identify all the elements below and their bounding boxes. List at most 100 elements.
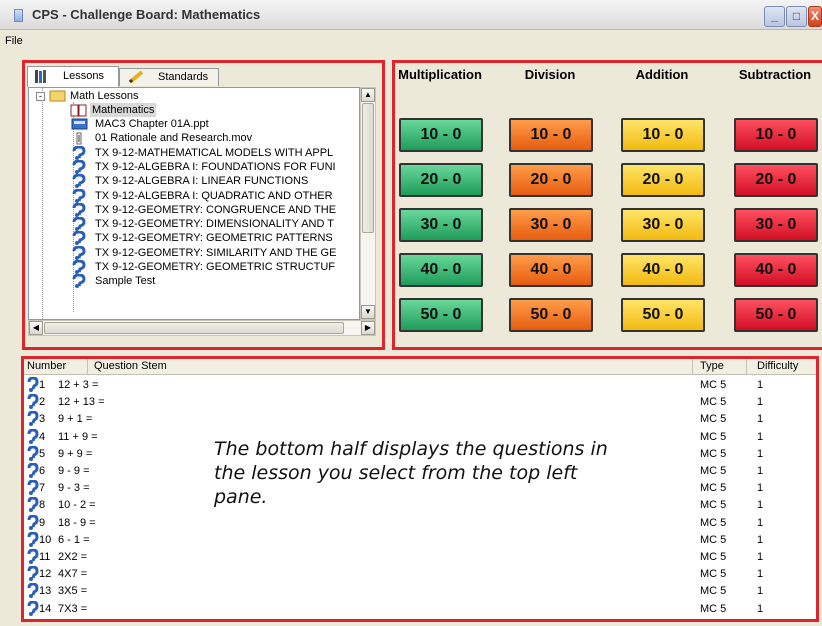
question-row[interactable]: 12 4X7 = MC 5 1 (24, 565, 816, 582)
cell-type: MC 5 (700, 602, 727, 615)
board-tile-addition[interactable]: 20 - 0 (621, 163, 705, 197)
pencil-icon (128, 70, 144, 84)
menu-file[interactable]: File (5, 35, 23, 47)
board-tile-division[interactable]: 50 - 0 (509, 298, 593, 332)
tree-horizontal-scrollbar[interactable]: ◀ ▶ (28, 320, 376, 336)
question-icon (27, 583, 39, 599)
board-tile-multiplication[interactable]: 30 - 0 (399, 208, 483, 242)
board-tile-division[interactable]: 20 - 0 (509, 163, 593, 197)
question-set-icon (72, 260, 86, 274)
tree-item-label: TX 9-12-GEOMETRY: DIMENSIONALITY AND T (95, 218, 335, 231)
question-set-icon (72, 145, 86, 160)
board-tile-subtraction[interactable]: 40 - 0 (734, 253, 818, 287)
cell-number: 1 (39, 379, 46, 391)
header-type[interactable]: Type (700, 360, 724, 372)
header-number[interactable]: Number (27, 360, 66, 372)
question-icon (27, 514, 39, 530)
board-tile-addition[interactable]: 40 - 0 (621, 253, 705, 287)
board-tile-division[interactable]: 30 - 0 (509, 208, 593, 242)
question-row[interactable]: 10 6 - 1 = MC 5 1 (24, 531, 816, 548)
cell-number: 13 (39, 585, 52, 598)
cell-stem: 2X2 = (58, 551, 88, 563)
scroll-right-icon[interactable]: ▶ (361, 321, 375, 335)
minimize-button[interactable]: _ (764, 6, 785, 27)
question-icon (27, 377, 39, 392)
cell-type: MC 5 (700, 379, 727, 391)
question-icon (27, 566, 39, 582)
cell-number: 5 (39, 447, 46, 460)
category-header-division: Division (524, 67, 576, 82)
question-row[interactable]: 11 2X2 = MC 5 1 (24, 548, 816, 565)
question-icon (27, 463, 39, 478)
close-button[interactable]: X (808, 6, 822, 27)
cell-stem: 7X3 = (58, 602, 88, 615)
cell-difficulty: 1 (757, 533, 764, 546)
tree-item-label: TX 9-12-GEOMETRY: GEOMETRIC STRUCTUF (95, 261, 335, 273)
tree-item-label: TX 9-12-GEOMETRY: GEOMETRIC PATTERNS (95, 232, 333, 245)
cell-difficulty: 1 (757, 602, 764, 615)
board-tile-division[interactable]: 40 - 0 (509, 253, 593, 287)
tree-item-label: Sample Test (95, 275, 156, 288)
board-tile-addition[interactable]: 30 - 0 (621, 208, 705, 242)
question-row[interactable]: 9 18 - 9 = MC 5 1 (24, 514, 816, 531)
cell-stem: 6 - 1 = (58, 533, 90, 546)
scroll-left-icon[interactable]: ◀ (29, 321, 43, 335)
cell-type: MC 5 (700, 533, 727, 546)
tab-lessons-label: Lessons (63, 70, 104, 82)
question-set-icon (72, 188, 86, 203)
question-row[interactable]: 3 9 + 1 = MC 5 1 (24, 410, 816, 427)
books-icon (35, 70, 46, 83)
cell-difficulty: 1 (757, 482, 764, 495)
board-tile-multiplication[interactable]: 50 - 0 (399, 298, 483, 332)
cell-stem: 11 + 9 = (58, 430, 98, 443)
question-icon (27, 480, 39, 496)
tree-vertical-scrollbar[interactable]: ▲ ▼ (360, 87, 376, 320)
tab-standards-label: Standards (158, 71, 209, 83)
board-tile-subtraction[interactable]: 20 - 0 (734, 163, 818, 197)
board-tile-subtraction[interactable]: 10 - 0 (734, 118, 818, 152)
scroll-down-icon[interactable]: ▼ (361, 305, 375, 319)
cell-type: MC 5 (700, 447, 727, 460)
board-tile-addition[interactable]: 10 - 0 (621, 118, 705, 152)
header-difficulty[interactable]: Difficulty (757, 360, 798, 372)
cell-number: 14 (39, 602, 52, 615)
board-tile-addition[interactable]: 50 - 0 (621, 298, 705, 332)
challenge-board: Multiplication 10 - 0 20 - 0 30 - 0 40 - 0 50… (392, 60, 822, 350)
board-tile-multiplication[interactable]: 20 - 0 (399, 163, 483, 197)
tab-standards[interactable]: Standards (119, 68, 219, 86)
board-tile-subtraction[interactable]: 50 - 0 (734, 298, 818, 332)
board-tile-multiplication[interactable]: 10 - 0 (399, 118, 483, 152)
question-row[interactable]: 1 12 + 3 = MC 5 1 (24, 376, 816, 393)
cell-difficulty: 1 (757, 413, 764, 426)
maximize-button[interactable]: □ (786, 6, 807, 27)
cell-type: MC 5 (700, 482, 727, 495)
cell-stem: 12 + 3 = (58, 379, 99, 391)
board-tile-multiplication[interactable]: 40 - 0 (399, 253, 483, 287)
questions-pane: Number Question Stem Type Difficulty 1 12… (21, 356, 819, 622)
scroll-thumb[interactable] (362, 103, 374, 233)
question-icon (27, 394, 39, 410)
question-icon (27, 445, 39, 461)
cell-stem: 4X7 = (58, 568, 88, 581)
question-row[interactable]: 13 3X5 = MC 5 1 (24, 582, 816, 599)
cell-stem: 9 - 3 = (58, 482, 90, 495)
scroll-up-icon[interactable]: ▲ (361, 88, 375, 102)
cell-difficulty: 1 (757, 396, 764, 409)
cell-difficulty: 1 (757, 568, 764, 581)
movie-file-icon (76, 132, 82, 145)
question-set-icon (72, 274, 86, 289)
question-set-icon (72, 174, 86, 189)
header-question-stem[interactable]: Question Stem (94, 360, 167, 372)
title-bar: CPS - Challenge Board: Mathematics _ □ X (0, 0, 822, 30)
lesson-tree[interactable]: - Math Lessons Mathematics MAC3 Chapter … (28, 87, 360, 320)
question-row[interactable]: 14 7X3 = MC 5 1 (24, 600, 816, 617)
question-table-header: Number Question Stem Type Difficulty (24, 359, 816, 375)
tab-lessons[interactable]: Lessons (27, 66, 119, 87)
tree-line (42, 88, 43, 319)
cell-difficulty: 1 (757, 379, 764, 391)
board-tile-subtraction[interactable]: 30 - 0 (734, 208, 818, 242)
scroll-thumb[interactable] (44, 322, 344, 334)
board-tile-division[interactable]: 10 - 0 (509, 118, 593, 152)
question-row[interactable]: 2 12 + 13 = MC 5 1 (24, 393, 816, 410)
column-divider (87, 359, 88, 374)
